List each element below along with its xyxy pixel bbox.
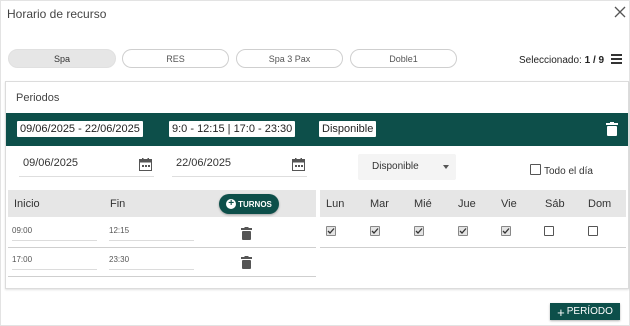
end-date-value: 22/06/2025	[176, 157, 232, 169]
end-date-field[interactable]: 22/06/2025	[172, 155, 307, 177]
plus-icon: +	[226, 199, 237, 209]
days-table-header: Lun Mar Mié Jue Vie Sáb Dom	[320, 190, 626, 217]
resource-pill-res[interactable]: RES	[122, 49, 229, 68]
row-divider	[320, 247, 626, 248]
plus-icon: +	[557, 305, 565, 320]
shift-2-start[interactable]: 17:00	[12, 252, 97, 270]
availability-value: Disponible	[372, 161, 419, 172]
dialog-title: Horario de recurso	[7, 7, 107, 21]
period-dates-tag: 09/06/2025 - 22/06/2025	[17, 121, 143, 137]
periods-card: Periodos 09/06/2025 - 22/06/2025 9:0 - 1…	[5, 81, 629, 289]
add-period-button[interactable]: + PERÍODO	[550, 303, 620, 320]
menu-icon[interactable]	[611, 54, 622, 64]
day-label-jue: Jue	[458, 198, 476, 210]
day-checkbox-jue[interactable]	[458, 226, 468, 236]
delete-shift-icon[interactable]	[241, 256, 252, 269]
all-day-label: Todo el día	[544, 166, 593, 177]
resource-schedule-dialog: Horario de recurso Spa RES Spa 3 Pax Dob…	[0, 0, 630, 326]
row-divider	[8, 276, 316, 277]
calendar-icon[interactable]	[139, 158, 152, 171]
day-checkbox-lun[interactable]	[326, 226, 336, 236]
close-icon[interactable]	[613, 5, 627, 19]
shift-1-end[interactable]: 12:15	[109, 223, 194, 241]
day-checkbox-mie[interactable]	[414, 226, 424, 236]
day-label-lun: Lun	[326, 198, 345, 210]
day-checkbox-sab[interactable]	[544, 226, 554, 236]
periods-title: Periodos	[16, 92, 60, 104]
day-label-dom: Dom	[588, 198, 612, 210]
day-checkbox-dom[interactable]	[588, 226, 598, 236]
day-checkbox-vie[interactable]	[501, 226, 511, 236]
delete-period-icon[interactable]	[606, 122, 618, 136]
shift-2-end[interactable]: 23:30	[109, 252, 194, 270]
calendar-icon[interactable]	[292, 158, 305, 171]
day-label-sab: Sáb	[545, 198, 565, 210]
add-shift-button[interactable]: + TURNOS	[219, 194, 279, 214]
resource-pill-spa[interactable]: Spa	[8, 49, 116, 68]
start-date-field[interactable]: 09/06/2025	[19, 155, 154, 177]
day-label-mar: Mar	[370, 198, 389, 210]
shift-1-start[interactable]: 09:00	[12, 223, 97, 241]
availability-select[interactable]: Disponible	[358, 154, 456, 180]
selection-value: 1 / 9	[584, 55, 605, 66]
add-shift-label: TURNOS	[238, 199, 272, 209]
column-end: Fin	[110, 198, 126, 210]
chevron-down-icon	[443, 165, 449, 169]
selection-counter: Seleccionado: 1 / 9	[519, 55, 604, 66]
add-period-label: PERÍODO	[566, 306, 613, 317]
row-divider	[8, 247, 316, 248]
day-label-mie: Mié	[414, 198, 432, 210]
resource-pill-doble1[interactable]: Doble1	[350, 49, 457, 68]
day-label-vie: Vie	[501, 198, 517, 210]
shifts-table-header: Inicio Fin + TURNOS	[8, 190, 316, 217]
day-checkbox-mar[interactable]	[370, 226, 380, 236]
period-status-tag: Disponible	[319, 121, 377, 137]
period-times-tag: 9:0 - 12:15 | 17:0 - 23:30	[169, 121, 296, 137]
selection-label: Seleccionado:	[519, 55, 582, 66]
period-summary-bar[interactable]: 09/06/2025 - 22/06/2025 9:0 - 12:15 | 17…	[6, 113, 628, 146]
delete-shift-icon[interactable]	[241, 227, 252, 240]
column-start: Inicio	[14, 198, 40, 210]
all-day-checkbox[interactable]	[530, 164, 541, 175]
start-date-value: 09/06/2025	[23, 157, 79, 169]
resource-pill-spa-3-pax[interactable]: Spa 3 Pax	[236, 49, 343, 68]
